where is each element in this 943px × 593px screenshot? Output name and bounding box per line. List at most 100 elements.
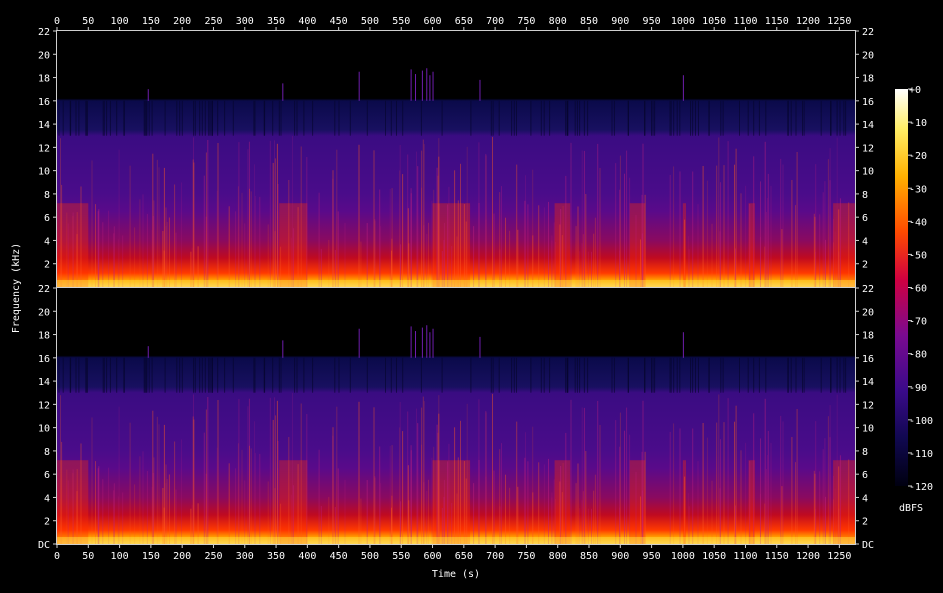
spectrogram-streak bbox=[456, 236, 458, 287]
spectrogram-band-streak bbox=[566, 357, 568, 393]
y-tick-label-right: 6 bbox=[862, 470, 868, 481]
spectrogram-streak bbox=[619, 155, 621, 287]
spectrogram-band-streak bbox=[579, 100, 581, 136]
spectrogram-streak bbox=[238, 142, 240, 287]
spectrogram-streak bbox=[193, 419, 195, 544]
y-tick-label-right: 2 bbox=[862, 260, 868, 271]
spectrogram-streak bbox=[57, 452, 59, 544]
spectrogram-streak bbox=[152, 215, 154, 287]
spectrogram-streak bbox=[80, 186, 82, 287]
spectrogram-streak bbox=[749, 460, 751, 544]
spectrogram-band-streak bbox=[201, 357, 203, 393]
spectrogram-streak bbox=[626, 150, 628, 287]
spectrogram-streak bbox=[276, 143, 278, 287]
spectrogram-band-streak bbox=[109, 100, 111, 136]
spectrogram-streak bbox=[833, 218, 834, 287]
spectrogram-streak bbox=[836, 137, 838, 287]
x-tick-label-top: 350 bbox=[267, 16, 285, 27]
spectrogram-streak bbox=[162, 488, 164, 544]
y-tick-label-right: 8 bbox=[862, 447, 868, 458]
spectrogram-band-streak bbox=[102, 357, 104, 393]
spectrogram-band-streak bbox=[795, 100, 797, 136]
spectrogram-streak bbox=[80, 443, 82, 544]
x-tick-label-bottom: 750 bbox=[517, 551, 535, 562]
y-tick-label-left: 20 bbox=[38, 50, 50, 61]
spectrogram-streak bbox=[597, 143, 599, 287]
spectrogram-streak bbox=[421, 444, 423, 544]
y-tick-label-left: 2 bbox=[44, 260, 50, 271]
spectrogram-band-streak bbox=[698, 100, 699, 136]
spectrogram-streak bbox=[594, 217, 596, 287]
spectrogram-streak bbox=[509, 230, 511, 287]
spectrogram-band-streak bbox=[144, 100, 146, 136]
spectrogram-band-streak bbox=[747, 100, 749, 136]
spectrogram-streak bbox=[505, 474, 506, 544]
spectrogram-band-streak bbox=[390, 357, 392, 393]
spectrogram-streak bbox=[813, 213, 815, 287]
spectrogram-band-streak bbox=[708, 100, 710, 136]
spectrogram-spike bbox=[421, 70, 423, 101]
spectrogram-band-streak bbox=[679, 100, 681, 136]
spectrogram-streak bbox=[684, 219, 686, 287]
x-tick-label-top: 1200 bbox=[796, 16, 820, 27]
spectrogram-streak bbox=[720, 439, 721, 544]
y-tick-label-right: 4 bbox=[862, 493, 868, 504]
spectrogram-streak bbox=[162, 231, 164, 287]
spectrogram-streak bbox=[254, 452, 256, 544]
y-tick-label-left: 8 bbox=[44, 447, 50, 458]
spectrogram-band-streak bbox=[62, 357, 64, 393]
spectrogram-streak bbox=[156, 159, 158, 287]
spectrogram-streak bbox=[249, 445, 250, 544]
spectrogram-band-streak bbox=[58, 357, 60, 393]
x-tick-label-bottom: 1000 bbox=[671, 551, 695, 562]
spectrogram-streak bbox=[720, 182, 721, 287]
spectrogram-band-streak bbox=[492, 100, 494, 136]
spectrogram-band-streak bbox=[217, 100, 219, 136]
spectrogram-band-streak bbox=[845, 357, 847, 393]
spectrogram-streak bbox=[791, 437, 793, 544]
spectrogram-band-streak bbox=[530, 100, 532, 136]
spectrogram-streak bbox=[146, 470, 148, 544]
spectrogram-streak bbox=[619, 412, 621, 544]
spectrogram-spike bbox=[426, 68, 428, 101]
spectrogram-streak bbox=[76, 469, 78, 544]
spectrogram-band-streak bbox=[583, 357, 585, 393]
spectrogram-band-streak bbox=[75, 100, 77, 136]
y-axis-label: Frequency (kHz) bbox=[11, 243, 22, 333]
y-tick-label-right: 6 bbox=[862, 213, 868, 224]
spectrogram-streak bbox=[834, 231, 836, 287]
spectrogram-streak bbox=[433, 446, 435, 544]
spectrogram-band-streak bbox=[385, 357, 386, 393]
spectrogram-band-streak bbox=[790, 100, 792, 136]
colorbar-tick-label: -10 bbox=[909, 118, 927, 129]
spectrogram-band-streak bbox=[676, 357, 678, 393]
spectrogram-streak bbox=[499, 192, 501, 287]
spectrogram-band-streak bbox=[208, 357, 210, 393]
spectrogram-band-streak bbox=[70, 100, 72, 136]
x-tick-label-top: 650 bbox=[455, 16, 473, 27]
spectrogram-band-streak bbox=[217, 357, 219, 393]
spectrogram-streak bbox=[60, 395, 61, 544]
x-tick-label-bottom: 200 bbox=[173, 551, 191, 562]
x-tick-label-bottom: 900 bbox=[611, 551, 629, 562]
spectrogram-band-streak bbox=[549, 100, 551, 136]
spectrogram-streak bbox=[585, 194, 587, 287]
spectrogram-streak bbox=[379, 446, 381, 544]
spectrogram-streak bbox=[122, 235, 124, 287]
spectrogram-band-streak bbox=[513, 100, 515, 136]
spectrogram-band-streak bbox=[669, 357, 671, 393]
spectrogram-streak bbox=[205, 409, 207, 544]
spectrogram-band-streak bbox=[574, 357, 576, 393]
spectrogram-streak bbox=[593, 233, 595, 287]
spectrogram-streak bbox=[228, 463, 230, 544]
spectrogram-band-streak bbox=[272, 100, 274, 136]
spectrogram-streak bbox=[749, 203, 751, 287]
spectrogram-streak bbox=[770, 185, 772, 287]
spectrogram-band-streak bbox=[843, 100, 845, 136]
spectrogram-streak bbox=[358, 401, 360, 544]
spectrogram-band-streak bbox=[366, 100, 368, 136]
spectrogram-streak bbox=[437, 175, 439, 287]
spectrogram-streak bbox=[238, 399, 240, 544]
spectrogram-streak bbox=[152, 472, 154, 544]
spectrogram-streak bbox=[543, 464, 545, 544]
